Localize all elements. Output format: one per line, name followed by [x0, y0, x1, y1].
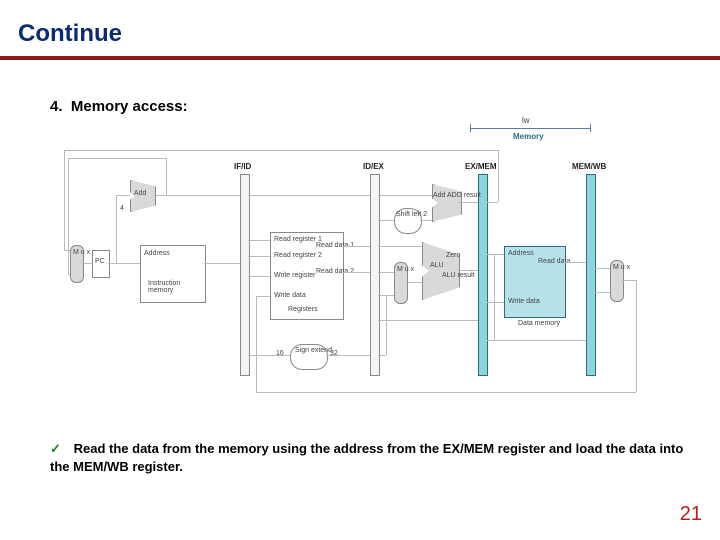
alu-label: ALU	[430, 262, 444, 269]
rf-rr1: Read register 1	[274, 236, 322, 243]
wire	[378, 272, 394, 273]
annotation-tick-right	[590, 124, 591, 132]
wire	[420, 220, 432, 221]
wire	[378, 246, 422, 247]
stage-label-memwb: MEM/WB	[572, 162, 606, 171]
wire	[458, 202, 478, 203]
wire	[64, 250, 70, 251]
annotation-bar	[470, 128, 590, 129]
wire	[166, 158, 167, 195]
slide-title: Continue	[18, 20, 122, 48]
wire	[248, 256, 270, 257]
reg-idex	[370, 174, 380, 376]
wire	[378, 355, 386, 356]
wire	[68, 158, 166, 159]
dmem-addr: Address	[508, 250, 534, 257]
annotation-stage: Memory	[513, 132, 544, 141]
wire	[154, 195, 240, 196]
section-number: 4.	[50, 98, 63, 115]
pc-label: PC	[95, 258, 105, 265]
stage-label-exmem: EX/MEM	[465, 162, 497, 171]
wire	[108, 263, 140, 264]
bullet-text: Read the data from the memory using the …	[50, 441, 683, 474]
annotation-instr: lw	[522, 116, 530, 125]
rf-wr: Write register	[274, 272, 316, 279]
wire	[378, 220, 394, 221]
stage-label-idex: ID/EX	[363, 162, 384, 171]
checkmark-icon: ✓	[50, 440, 70, 458]
pc-adder-const4: 4	[120, 205, 124, 212]
wire	[486, 202, 498, 203]
wire	[378, 195, 432, 196]
wire	[494, 254, 495, 340]
wire	[486, 340, 586, 341]
wire	[342, 272, 370, 273]
section-heading: 4. Memory access:	[50, 98, 188, 115]
wire	[248, 195, 370, 196]
section-label: Memory access:	[71, 98, 188, 115]
wire	[564, 262, 586, 263]
bullet-item: ✓ Read the data from the memory using th…	[50, 440, 696, 475]
wire	[248, 240, 270, 241]
dmem-label: Data memory	[518, 320, 560, 327]
wire	[378, 320, 478, 321]
wire	[458, 270, 478, 271]
wire	[64, 150, 65, 250]
pc-mux-label: M u x	[73, 249, 90, 256]
wire	[68, 158, 69, 274]
page-number: 21	[680, 503, 702, 526]
wire	[386, 295, 387, 355]
wb-mux-label: M u x	[613, 264, 630, 271]
wire	[486, 302, 504, 303]
dmem-wd: Write data	[508, 298, 540, 305]
wire	[486, 254, 504, 255]
rf-rr2: Read register 2	[274, 252, 322, 259]
pc-adder-label: Add	[134, 190, 146, 197]
alu-result: ALU result	[442, 272, 475, 279]
alusrc-mux-label: M u x	[397, 266, 414, 273]
wire	[342, 246, 370, 247]
wire	[256, 296, 257, 392]
rf-wd: Write data	[274, 292, 306, 299]
wire	[498, 150, 499, 202]
wire	[636, 280, 637, 392]
wire	[622, 280, 636, 281]
alu-zero: Zero	[446, 252, 460, 259]
reg-ifid	[240, 174, 250, 376]
wire	[594, 268, 610, 269]
wire	[248, 276, 270, 277]
sign-extend-label: Sign extend	[295, 347, 332, 354]
wire	[594, 292, 610, 293]
stage-label-ifid: IF/ID	[234, 162, 251, 171]
alu-block	[422, 242, 460, 300]
wire	[256, 296, 270, 297]
rf-label: Registers	[288, 306, 318, 313]
wire	[82, 263, 92, 264]
wire	[68, 274, 70, 275]
wire	[204, 263, 240, 264]
branch-adder-label: Add ADD result	[433, 192, 481, 199]
wire	[256, 392, 636, 393]
wire	[326, 355, 370, 356]
shift-left-2-label: Shift left 2	[396, 211, 427, 218]
wire	[116, 195, 130, 196]
wire	[64, 150, 498, 151]
pipeline-diagram: lw Memory IF/ID ID/EX EX/MEM MEM/WB M u …	[70, 150, 650, 410]
wire	[248, 355, 290, 356]
reg-memwb	[586, 174, 596, 376]
wire	[406, 282, 422, 283]
title-divider	[0, 56, 720, 60]
instr-mem-port-addr: Address	[144, 250, 170, 257]
annotation-tick-left	[470, 124, 471, 132]
wire	[116, 195, 117, 263]
reg-exmem	[478, 174, 488, 376]
branch-adder	[432, 184, 462, 222]
instr-mem-label: Instruction memory	[148, 280, 180, 294]
